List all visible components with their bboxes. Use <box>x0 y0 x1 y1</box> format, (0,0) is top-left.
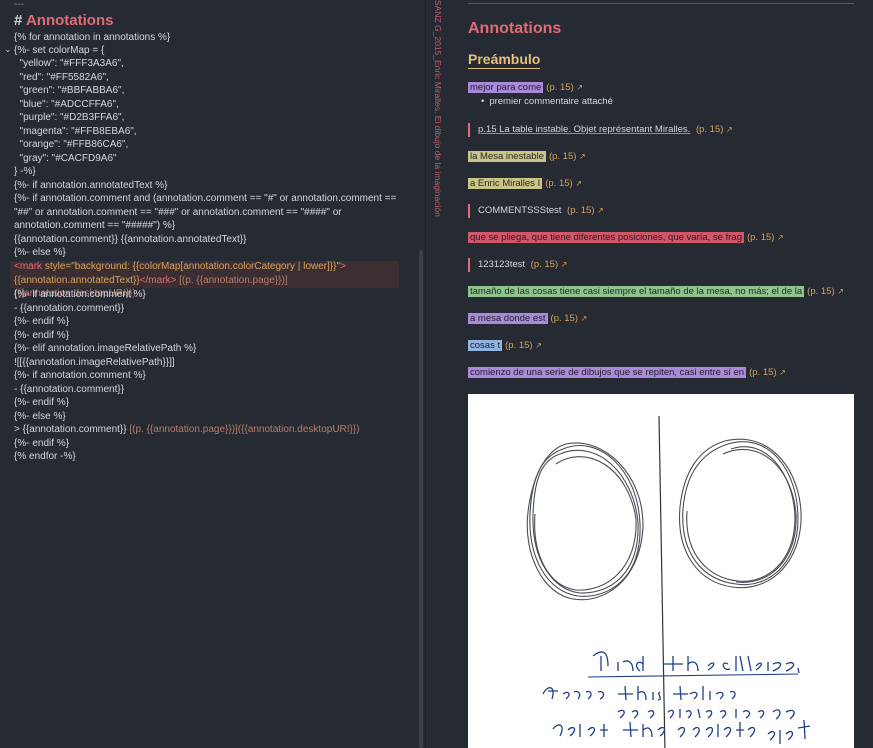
external-link-icon[interactable]: ↗ <box>779 368 786 377</box>
comment-bullet: premier commentaire attaché <box>481 96 613 107</box>
highlight-mark: cosas t <box>468 340 503 351</box>
code-line[interactable]: "red": "#FF5582A6", <box>14 71 399 85</box>
page-link[interactable]: (p. 15) <box>531 259 558 270</box>
highlight-mark: que se pliega, que tiene diferentes posi… <box>468 232 744 243</box>
external-link-icon[interactable]: ↗ <box>576 83 583 92</box>
fold-chevron-icon[interactable]: ⌄ <box>4 44 12 55</box>
page-link[interactable]: (p. 15) <box>505 340 532 351</box>
highlight-mark: la Mesa inestable <box>468 151 546 162</box>
code-line[interactable]: {%- endif %} <box>14 396 399 410</box>
external-link-icon[interactable]: ↗ <box>581 314 588 323</box>
code-line[interactable]: {%- else %} <box>14 410 399 424</box>
else-comment-prefix: > {{annotation.comment}} <box>14 424 130 435</box>
highlight-mark: a Enric Miralles I <box>468 178 543 189</box>
annotation-item: a mesa donde est (p. 15) ↗ <box>468 312 587 326</box>
code-line[interactable]: - {{annotation.comment}} <box>14 302 399 316</box>
code-line[interactable]: {% endfor -%} <box>14 450 399 464</box>
page-link[interactable]: (p. 15) <box>749 367 776 378</box>
code-line[interactable]: {%- if annotation.comment %} <box>14 288 399 302</box>
code-line[interactable]: {%- else %} <box>14 246 399 260</box>
highlight-mark: comienzo de una serie de dibujos que se … <box>468 367 747 378</box>
annotation-item: comienzo de una serie de dibujos que se … <box>468 366 786 380</box>
comment-quote: p.15 La table instable. Objet représenta… <box>468 123 733 137</box>
code-line[interactable]: "green": "#BBFABBA6", <box>14 84 399 98</box>
preview-subtitle: Preámbulo <box>468 51 541 69</box>
code-line[interactable]: {%- set colorMap = { <box>14 44 399 58</box>
annotation-item: a Enric Miralles I (p. 15) ↗ <box>468 177 582 191</box>
annotation-item: tamaño de las cosas tiene casi siempre e… <box>468 285 844 299</box>
page-link[interactable]: (p. 15) <box>567 205 594 216</box>
comment-quote: 123123test (p. 15) ↗ <box>468 258 567 272</box>
code-line[interactable]: {%- endif %} <box>14 315 399 329</box>
sketch-drawing <box>526 415 811 748</box>
highlight-mark: tamaño de las cosas tiene casi siempre e… <box>468 286 805 297</box>
external-link-icon[interactable]: ↗ <box>561 260 568 269</box>
mark-style-attr: style= <box>42 261 72 272</box>
heading-text: Annotations <box>25 12 114 29</box>
quote-text: COMMENTSSStest <box>478 205 562 216</box>
page-link[interactable]: (p. 15) <box>545 178 572 189</box>
annotation-item: mejor para come (p. 15) ↗ <box>468 81 583 95</box>
page-link[interactable]: (p. 15) <box>546 82 573 93</box>
quote-text: p.15 La table instable. Objet représenta… <box>478 124 691 135</box>
external-link-icon[interactable]: ↗ <box>535 341 542 350</box>
image-embed-line[interactable]: ![[{{annotation.imageRelativePath}}]] <box>14 356 399 370</box>
comment-quote: COMMENTSSStest (p. 15) ↗ <box>468 204 604 218</box>
mark-close-tag: </mark> <box>139 274 177 286</box>
code-line[interactable]: "orange": "#FFB86CA6", <box>14 138 399 152</box>
external-link-icon[interactable]: ↗ <box>597 206 604 215</box>
code-line[interactable]: {%- if annotation.comment %} <box>14 369 399 383</box>
else-comment-line[interactable]: > {{annotation.comment}} [(p. {{annotati… <box>14 423 399 437</box>
pdf-title-text: SANZ G_2015_Enric Miralles. El dibujo de… <box>433 0 443 217</box>
external-link-icon[interactable]: ↗ <box>837 287 844 296</box>
highlight-mark: mejor para come <box>468 82 544 93</box>
code-line[interactable]: - {{annotation.comment}} <box>14 383 399 397</box>
frontmatter-rule <box>468 3 854 4</box>
code-line[interactable]: "magenta": "#FFB8EBA6", <box>14 125 399 139</box>
else-comment-link[interactable]: [(p. {{annotation.page}})]({{annotation.… <box>129 424 359 435</box>
mark-inner: {{annotation.annotatedText}} <box>14 274 140 286</box>
sketch-image <box>468 394 854 748</box>
code-line[interactable]: {%- elif annotation.imageRelativePath %} <box>14 342 399 356</box>
external-link-icon[interactable]: ↗ <box>579 152 586 161</box>
code-line[interactable]: "gray": "#CACFD9A6" <box>14 152 399 166</box>
code-line[interactable]: {{annotation.comment}} {{annotation.anno… <box>14 233 399 247</box>
code-line[interactable]: {%- endif %} <box>14 437 399 451</box>
page-link[interactable]: (p. 15) <box>551 313 578 324</box>
annotation-item: la Mesa inestable (p. 15) ↗ <box>468 150 586 164</box>
annotation-item: que se pliega, que tiene diferentes posi… <box>468 231 784 245</box>
code-line[interactable]: {% for annotation in annotations %} <box>14 31 399 45</box>
quote-text: 123123test <box>478 259 526 270</box>
editor-pane[interactable]: --- # Annotations ⌄ {% for annotation in… <box>0 0 425 748</box>
annotation-item: cosas t (p. 15) ↗ <box>468 339 542 353</box>
external-link-icon[interactable]: ↗ <box>726 125 733 134</box>
code-line[interactable]: "blue": "#ADCCFFA6", <box>14 98 399 112</box>
heading-line: # Annotations <box>14 12 399 30</box>
mark-open-tag: <mark <box>14 261 43 272</box>
code-line[interactable]: "purple": "#D2B3FFA6", <box>14 111 399 125</box>
code-line[interactable]: {%- if annotation.annotatedText %} <box>14 179 399 193</box>
code-line[interactable]: {%- endif %} <box>14 329 399 343</box>
frontmatter-dash: --- <box>14 0 24 10</box>
code-line-wrapped[interactable]: {%- if annotation.comment and (annotatio… <box>14 192 399 233</box>
preview-title: Annotations <box>468 20 562 37</box>
code-line[interactable]: } -%} <box>14 165 399 179</box>
page-link[interactable]: (p. 15) <box>807 286 834 297</box>
mark-style-value: "background: {{colorMap[annotation.color… <box>71 261 340 272</box>
preview-pane[interactable]: Annotations Preámbulo mejor para come (p.… <box>445 0 873 748</box>
editor-scrollbar[interactable] <box>419 250 423 748</box>
external-link-icon[interactable]: ↗ <box>777 233 784 242</box>
page-link[interactable]: (p. 15) <box>696 124 723 135</box>
page-link[interactable]: (p. 15) <box>549 151 576 162</box>
heading-hash: # <box>14 12 23 29</box>
highlight-mark: a mesa donde est <box>468 313 548 324</box>
external-link-icon[interactable]: ↗ <box>575 179 582 188</box>
code-line[interactable]: "yellow": "#FFF3A3A6", <box>14 57 399 71</box>
pane-divider[interactable] <box>425 0 426 748</box>
pdf-title-vertical: SANZ G_2015_Enric Miralles. El dibujo de… <box>431 0 445 217</box>
page-link[interactable]: (p. 15) <box>747 232 774 243</box>
mark-close-bracket: > <box>340 261 346 272</box>
